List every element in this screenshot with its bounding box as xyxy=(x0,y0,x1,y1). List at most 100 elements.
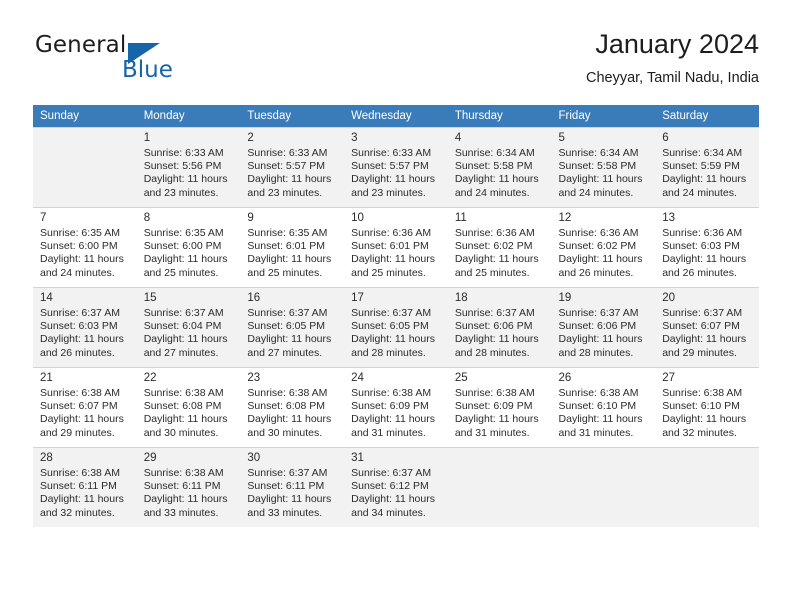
calendar-cell-day[interactable]: 6 Sunrise: 6:34 AM Sunset: 5:59 PM Daylight… xyxy=(655,127,759,207)
calendar-cell-day[interactable]: 24 Sunrise: 6:38 AM Sunset: 6:09 PM Dayligh… xyxy=(344,367,448,447)
calendar-cell-day[interactable]: 28 Sunrise: 6:38 AM Sunset: 6:11 PM Dayligh… xyxy=(33,447,137,527)
daylight-text: Daylight: 11 hours xyxy=(40,253,124,266)
day-details: Sunrise: 6:33 AM Sunset: 5:56 PM Daylight:… xyxy=(144,147,237,200)
calendar-cell-day[interactable]: 15 Sunrise: 6:37 AM Sunset: 6:04 PM Dayligh… xyxy=(136,287,241,367)
sunrise-text: Sunrise: 6:37 AM xyxy=(351,467,432,479)
sunrise-text: Sunrise: 6:34 AM xyxy=(662,147,743,159)
daylight-text: Daylight: 11 hours xyxy=(247,413,332,426)
calendar-cell-day[interactable]: 3 Sunrise: 6:33 AM Sunset: 5:57 PM Daylight… xyxy=(344,127,448,207)
day-details: Sunrise: 6:33 AM Sunset: 5:57 PM Daylight:… xyxy=(247,147,340,200)
sunset-text: Sunset: 5:58 PM xyxy=(558,160,637,173)
calendar-cell-inner: 13 Sunrise: 6:36 AM Sunset: 6:03 PM Dayligh… xyxy=(655,207,759,287)
calendar-cell-day[interactable]: 27 Sunrise: 6:38 AM Sunset: 6:10 PM Dayligh… xyxy=(655,367,759,447)
calendar-cell-day[interactable]: 13 Sunrise: 6:36 AM Sunset: 6:03 PM Dayligh… xyxy=(655,207,759,287)
calendar-cell-day[interactable]: 25 Sunrise: 6:38 AM Sunset: 6:09 PM Dayligh… xyxy=(447,367,552,447)
calendar-cell-day[interactable]: 17 Sunrise: 6:37 AM Sunset: 6:05 PM Dayligh… xyxy=(344,287,448,367)
sunrise-text: Sunrise: 6:38 AM xyxy=(662,387,743,399)
daylight-text: Daylight: 11 hours xyxy=(662,253,747,266)
daylight-text: Daylight: 11 hours xyxy=(558,173,643,186)
calendar-cell-inner xyxy=(447,447,552,527)
calendar-cell-day[interactable]: 12 Sunrise: 6:36 AM Sunset: 6:02 PM Dayligh… xyxy=(551,207,656,287)
calendar-cell-inner xyxy=(551,447,656,527)
calendar-cell-day[interactable]: 26 Sunrise: 6:38 AM Sunset: 6:10 PM Dayligh… xyxy=(551,367,656,447)
calendar-cell-day[interactable]: 21 Sunrise: 6:38 AM Sunset: 6:07 PM Dayligh… xyxy=(33,367,137,447)
calendar-cell-day[interactable]: 11 Sunrise: 6:36 AM Sunset: 6:02 PM Dayligh… xyxy=(447,207,552,287)
calendar-cell-day[interactable]: 19 Sunrise: 6:37 AM Sunset: 6:06 PM Dayligh… xyxy=(551,287,656,367)
calendar-cell-day[interactable]: 5 Sunrise: 6:34 AM Sunset: 5:58 PM Daylight… xyxy=(551,127,656,207)
calendar-cell-inner: 6 Sunrise: 6:34 AM Sunset: 5:59 PM Daylight… xyxy=(655,127,759,207)
daylight-text: Daylight: 11 hours xyxy=(351,173,435,186)
calendar-cell-inner: 31 Sunrise: 6:37 AM Sunset: 6:12 PM Dayligh… xyxy=(344,447,448,527)
day-number: 25 xyxy=(454,372,468,384)
calendar-cell-inner: 14 Sunrise: 6:37 AM Sunset: 6:03 PM Dayligh… xyxy=(33,287,137,367)
daylight-text: and 32 minutes. xyxy=(662,426,737,439)
sunrise-text: Sunrise: 6:36 AM xyxy=(558,227,639,239)
calendar-cell-day[interactable]: 7 Sunrise: 6:35 AM Sunset: 6:00 PM Daylight… xyxy=(33,207,137,287)
calendar-cell-day[interactable]: 20 Sunrise: 6:37 AM Sunset: 6:07 PM Dayligh… xyxy=(655,287,759,367)
calendar-cell-day[interactable]: 18 Sunrise: 6:37 AM Sunset: 6:06 PM Dayligh… xyxy=(447,287,552,367)
daylight-text: Daylight: 11 hours xyxy=(454,413,539,426)
brand-name-blue: Blue xyxy=(122,57,173,83)
calendar-cell-day[interactable]: 30 Sunrise: 6:37 AM Sunset: 6:11 PM Dayligh… xyxy=(240,447,345,527)
calendar-cell-inner: 10 Sunrise: 6:36 AM Sunset: 6:01 PM Dayligh… xyxy=(344,207,448,287)
calendar-cell-day[interactable]: 8 Sunrise: 6:35 AM Sunset: 6:00 PM Daylight… xyxy=(136,207,241,287)
daylight-text: and 24 minutes. xyxy=(558,186,634,199)
daylight-text: and 33 minutes. xyxy=(143,506,219,519)
daylight-text: Daylight: 11 hours xyxy=(143,333,228,346)
day-details: Sunrise: 6:35 AM Sunset: 6:00 PM Daylight:… xyxy=(144,227,237,280)
daylight-text: Daylight: 11 hours xyxy=(351,333,435,346)
calendar-cell-inner: 12 Sunrise: 6:36 AM Sunset: 6:02 PM Dayligh… xyxy=(551,207,656,287)
sunset-text: Sunset: 6:10 PM xyxy=(558,400,637,413)
daylight-text: Daylight: 11 hours xyxy=(247,253,332,266)
sunset-text: Sunset: 6:12 PM xyxy=(351,480,429,493)
calendar-cell-day[interactable]: 1 Sunrise: 6:33 AM Sunset: 5:56 PM Daylight… xyxy=(136,127,241,207)
sunrise-text: Sunrise: 6:38 AM xyxy=(454,387,535,399)
calendar-cell-day[interactable]: 14 Sunrise: 6:37 AM Sunset: 6:03 PM Dayligh… xyxy=(33,287,137,367)
daylight-text: and 30 minutes. xyxy=(143,426,219,439)
sunset-text: Sunset: 6:00 PM xyxy=(40,240,118,253)
day-number: 1 xyxy=(143,132,151,144)
day-details: Sunrise: 6:38 AM Sunset: 6:09 PM Daylight:… xyxy=(455,387,548,440)
daylight-text: Daylight: 11 hours xyxy=(143,493,228,506)
day-number: 9 xyxy=(247,212,254,224)
sunset-text: Sunset: 6:02 PM xyxy=(454,240,533,253)
brand-logo[interactable]: General Blue xyxy=(33,32,253,92)
weekday-header-saturday: Saturday xyxy=(655,105,759,127)
calendar-cell-day[interactable]: 22 Sunrise: 6:38 AM Sunset: 6:08 PM Dayligh… xyxy=(136,367,241,447)
sunrise-text: Sunrise: 6:38 AM xyxy=(40,467,120,479)
calendar-cell-day[interactable]: 2 Sunrise: 6:33 AM Sunset: 5:57 PM Daylight… xyxy=(240,127,345,207)
daylight-text: and 25 minutes. xyxy=(351,266,426,279)
calendar-cell-day[interactable]: 10 Sunrise: 6:36 AM Sunset: 6:01 PM Dayligh… xyxy=(344,207,448,287)
calendar-cell-inner: 23 Sunrise: 6:38 AM Sunset: 6:08 PM Dayligh… xyxy=(240,367,345,447)
daylight-text: Daylight: 11 hours xyxy=(40,413,124,426)
day-number: 22 xyxy=(143,372,157,384)
weekday-header-wednesday: Wednesday xyxy=(344,105,448,127)
calendar-cell-inner: 19 Sunrise: 6:37 AM Sunset: 6:06 PM Dayligh… xyxy=(551,287,656,367)
daylight-text: Daylight: 11 hours xyxy=(558,413,643,426)
calendar-cell-day[interactable]: 4 Sunrise: 6:34 AM Sunset: 5:58 PM Daylight… xyxy=(447,127,552,207)
sunrise-text: Sunrise: 6:38 AM xyxy=(247,387,328,399)
day-number: 27 xyxy=(662,372,676,384)
daylight-text: and 31 minutes. xyxy=(351,426,426,439)
day-details: Sunrise: 6:38 AM Sunset: 6:11 PM Daylight:… xyxy=(40,467,133,520)
calendar-cell-day[interactable]: 16 Sunrise: 6:37 AM Sunset: 6:05 PM Dayligh… xyxy=(240,287,345,367)
day-number: 11 xyxy=(454,212,467,224)
calendar-cell-day[interactable]: 9 Sunrise: 6:35 AM Sunset: 6:01 PM Daylight… xyxy=(240,207,345,287)
day-details: Sunrise: 6:36 AM Sunset: 6:02 PM Daylight:… xyxy=(559,227,652,280)
brand-name-general: General xyxy=(35,32,127,58)
sunrise-text: Sunrise: 6:38 AM xyxy=(351,387,432,399)
day-details: Sunrise: 6:37 AM Sunset: 6:06 PM Daylight:… xyxy=(455,307,548,360)
calendar-cell-inner xyxy=(33,127,137,207)
daylight-text: Daylight: 11 hours xyxy=(558,333,643,346)
calendar-week-row: 1 Sunrise: 6:33 AM Sunset: 5:56 PM Daylight… xyxy=(33,127,759,207)
page-subtitle: Cheyyar, Tamil Nadu, India xyxy=(585,70,759,86)
calendar-cell-day[interactable]: 31 Sunrise: 6:37 AM Sunset: 6:12 PM Dayligh… xyxy=(344,447,448,527)
sunrise-text: Sunrise: 6:38 AM xyxy=(558,387,639,399)
day-number: 30 xyxy=(247,452,261,464)
daylight-text: and 28 minutes. xyxy=(351,346,426,359)
calendar-cell-day[interactable]: 23 Sunrise: 6:38 AM Sunset: 6:08 PM Dayligh… xyxy=(240,367,345,447)
calendar-cell-day[interactable]: 29 Sunrise: 6:38 AM Sunset: 6:11 PM Dayligh… xyxy=(136,447,241,527)
day-number: 4 xyxy=(454,132,462,144)
title-block: January 2024 Cheyyar, Tamil Nadu, India xyxy=(586,28,759,87)
calendar-cell-inner: 29 Sunrise: 6:38 AM Sunset: 6:11 PM Dayligh… xyxy=(136,447,241,527)
